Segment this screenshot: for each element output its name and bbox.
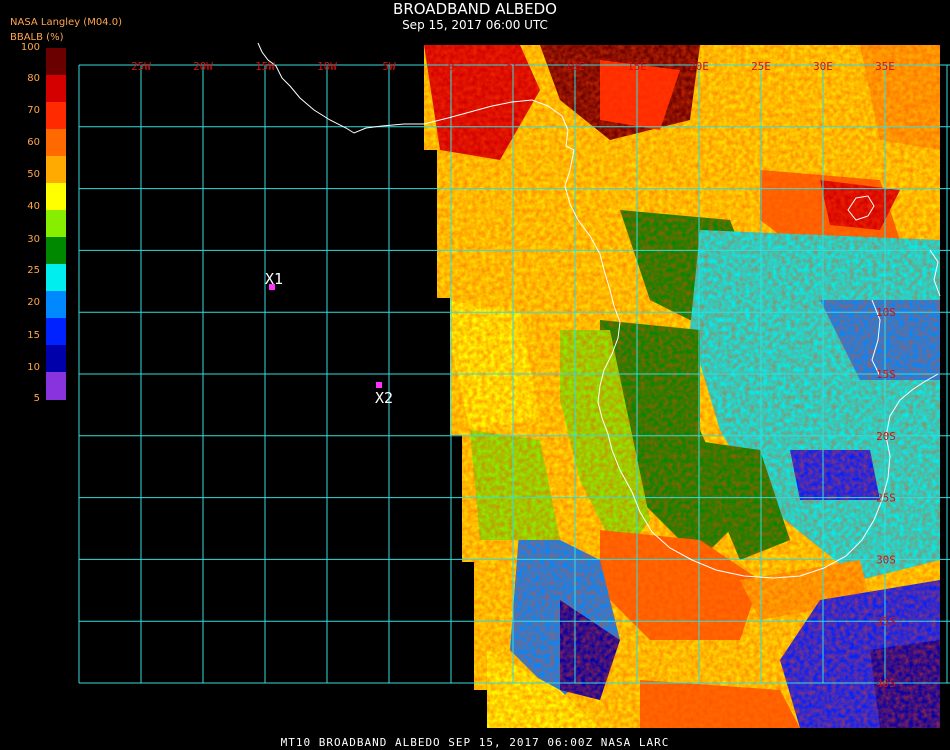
longitude-label: 5E: [506, 60, 519, 73]
site-marker-label: X2: [375, 389, 393, 407]
latitude-label: 25S: [876, 492, 896, 505]
longitude-label: 15E: [627, 60, 647, 73]
longitude-label: 25W: [131, 60, 151, 73]
longitude-label: 25E: [751, 60, 771, 73]
longitude-label: 5W: [382, 60, 396, 73]
longitude-label: 30E: [813, 60, 833, 73]
latitude-label: 15S: [876, 368, 896, 381]
albedo-field: [424, 45, 940, 728]
latitude-label: 35S: [876, 615, 896, 628]
site-markers: X1 X2: [265, 270, 393, 407]
latitude-label: 20S: [876, 430, 896, 443]
longitude-label: 10E: [565, 60, 585, 73]
longitude-label: 20E: [689, 60, 709, 73]
longitude-label: 10W: [317, 60, 337, 73]
longitude-label: 0: [448, 60, 455, 73]
latitude-label: 30S: [876, 553, 896, 566]
footer-caption: MT10 BROADBAND ALBEDO SEP 15, 2017 06:00…: [280, 736, 670, 749]
longitude-label: 35E: [875, 60, 895, 73]
site-marker: [376, 382, 382, 388]
site-marker-label: X1: [265, 270, 283, 288]
latitude-label: 40S: [876, 677, 896, 690]
longitude-label: 15W: [255, 60, 275, 73]
longitude-label: 20W: [193, 60, 213, 73]
latitude-label: 10S: [876, 306, 896, 319]
albedo-map: 25W 20W 15W 10W 5W 0 5E 10E 15E 20E 25E 30E 35E 10S 1…: [78, 42, 950, 728]
